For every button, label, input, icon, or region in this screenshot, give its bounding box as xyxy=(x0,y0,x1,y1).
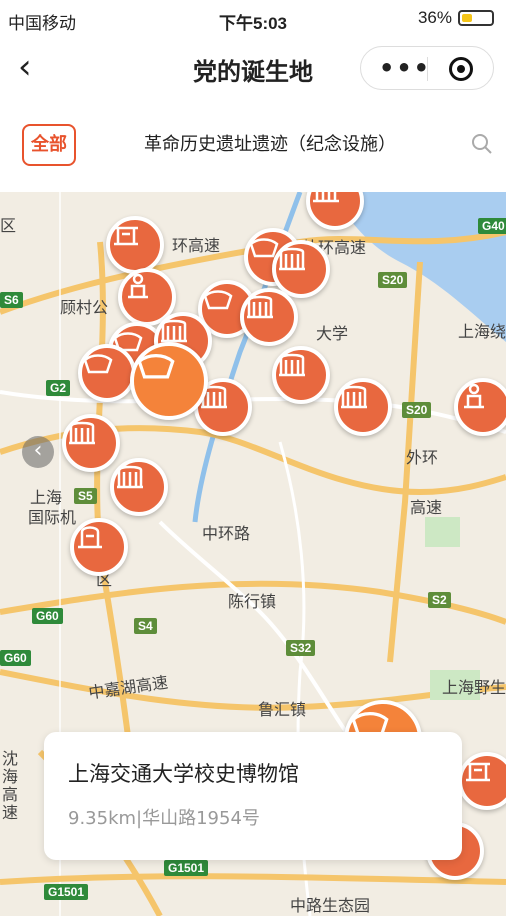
highway-shield: S4 xyxy=(134,618,157,634)
filter-category[interactable]: 革命历史遗址遗迹（纪念设施） xyxy=(144,130,396,156)
museum-icon xyxy=(313,192,339,203)
map-label: 区 xyxy=(0,216,17,235)
map-label: 大学 xyxy=(316,324,349,343)
site-marker[interactable] xyxy=(70,518,128,576)
location-card[interactable]: 上海交通大学校史博物馆 9.35km|华山路1954号 xyxy=(44,732,462,860)
map-label: 国际机 xyxy=(28,508,77,527)
collapse-arrow-icon[interactable]: ‹ xyxy=(22,436,54,468)
site-marker[interactable] xyxy=(62,414,120,472)
highway-shield: G60 xyxy=(32,608,63,624)
highway-shield: S5 xyxy=(74,488,97,504)
monument-icon xyxy=(114,226,138,246)
site-marker[interactable] xyxy=(334,378,392,436)
more-icon[interactable]: ••• xyxy=(379,54,431,82)
highway-shield: S2 xyxy=(428,592,451,608)
status-bar: 中国移动 下午5:03 36% xyxy=(0,0,506,38)
highway-shield: G2 xyxy=(46,380,71,396)
map-label: 高速 xyxy=(410,498,443,517)
site-marker[interactable] xyxy=(110,458,168,516)
highway-shield: G60 xyxy=(0,650,31,666)
map-label: 中路生态园 xyxy=(290,896,371,915)
map-label: 顾村公 xyxy=(60,298,109,317)
nav-bar: ‹ 党的诞生地 ••• xyxy=(0,38,506,98)
museum-icon xyxy=(279,353,305,377)
map-label: 沈海高速 xyxy=(2,749,19,822)
location-address: 9.35km|华山路1954号 xyxy=(68,808,260,829)
battery-percent: 36% xyxy=(417,8,452,27)
stadium-icon xyxy=(203,290,233,310)
capsule-divider xyxy=(427,57,428,81)
tomb-icon xyxy=(78,526,102,549)
filter-all-button[interactable]: 全部 xyxy=(22,124,76,166)
close-target-icon[interactable] xyxy=(449,57,473,81)
museum-icon xyxy=(341,385,367,409)
map-label: 陈行镇 xyxy=(228,592,277,611)
museum-icon xyxy=(117,465,143,489)
highway-shield: S20 xyxy=(378,272,408,288)
filter-bar: 全部 革命历史遗址遗迹（纪念设施） xyxy=(0,98,506,192)
highway-shield: G1501 xyxy=(44,884,89,900)
site-marker[interactable] xyxy=(106,216,164,274)
museum-icon xyxy=(161,319,187,343)
site-marker[interactable] xyxy=(78,344,136,402)
museum-icon xyxy=(247,295,273,319)
highway-shield: S20 xyxy=(402,402,432,418)
site-marker[interactable] xyxy=(454,378,506,436)
selected-site-marker[interactable] xyxy=(130,342,208,420)
site-marker[interactable] xyxy=(240,288,298,346)
museum-icon xyxy=(279,247,305,271)
battery-icon xyxy=(458,10,494,26)
site-marker[interactable] xyxy=(272,346,330,404)
map-view[interactable]: 区 环高速 外环高速 顾村公 大学 上海绕 上海 国际机 中环路 外环 高速 陈… xyxy=(0,192,506,916)
battery-fill xyxy=(462,14,473,22)
highway-shield: G40 xyxy=(478,218,506,234)
search-icon[interactable] xyxy=(470,132,494,156)
highway-shield: S6 xyxy=(0,292,23,308)
map-label: 上海野生 xyxy=(442,678,506,697)
monument-icon xyxy=(466,762,490,782)
stadium-icon xyxy=(137,354,175,379)
map-label: 中环路 xyxy=(202,524,251,543)
location-name: 上海交通大学校史博物馆 xyxy=(68,762,299,786)
highway-shield: G1501 xyxy=(164,860,209,876)
statue-icon xyxy=(464,383,484,409)
highway-shield: S32 xyxy=(286,640,316,656)
mini-program-capsule: ••• xyxy=(360,46,494,90)
statue-icon xyxy=(128,273,148,299)
map-label: 环高速 xyxy=(172,236,221,255)
site-marker[interactable] xyxy=(272,240,330,298)
battery-indicator: 36% xyxy=(418,8,494,28)
map-label: 外环 xyxy=(406,448,439,467)
map-label: 鲁汇镇 xyxy=(258,700,307,719)
museum-icon xyxy=(69,421,95,445)
map-label: 上海绕 xyxy=(458,322,506,341)
stadium-icon xyxy=(83,354,113,374)
